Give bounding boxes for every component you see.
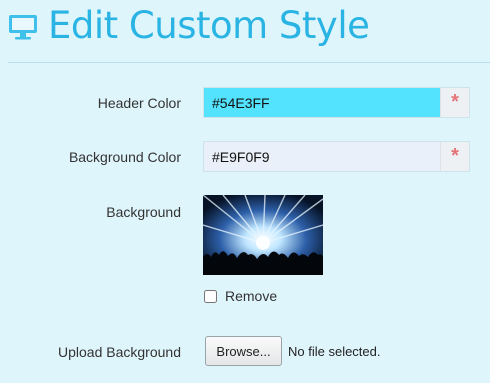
background-label: Background bbox=[106, 204, 181, 220]
page-title: Edit Custom Style bbox=[48, 4, 370, 47]
background-color-field: * bbox=[203, 141, 470, 172]
background-color-label: Background Color bbox=[68, 149, 181, 165]
upload-background-label: Upload Background bbox=[58, 344, 181, 360]
remove-checkbox[interactable] bbox=[204, 289, 217, 303]
required-asterisk-icon: * bbox=[440, 88, 469, 117]
title-divider bbox=[8, 62, 490, 63]
file-status-text: No file selected. bbox=[288, 344, 381, 359]
monitor-icon bbox=[9, 15, 37, 40]
browse-button[interactable]: Browse... bbox=[205, 336, 282, 366]
background-image-thumbnail bbox=[203, 195, 323, 275]
page-header: Edit Custom Style bbox=[0, 0, 490, 62]
header-color-input[interactable] bbox=[204, 88, 440, 117]
header-color-field: * bbox=[203, 87, 470, 118]
header-color-label: Header Color bbox=[97, 95, 181, 111]
remove-label: Remove bbox=[225, 288, 278, 304]
remove-background-option[interactable]: Remove bbox=[204, 288, 277, 304]
background-color-input[interactable] bbox=[204, 142, 440, 171]
required-asterisk-icon: * bbox=[440, 142, 469, 171]
